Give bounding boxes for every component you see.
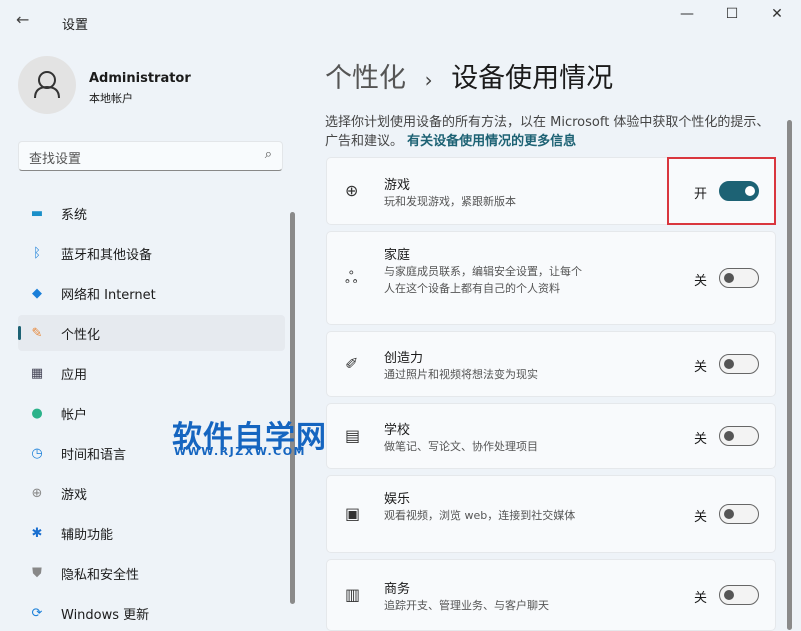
sidebar-icon: ⟳ — [31, 605, 43, 621]
search-placeholder: 查找设置 — [29, 152, 82, 167]
toggle-switch[interactable] — [719, 585, 759, 605]
watermark-url: WWW.RJZXW.COM — [174, 445, 306, 458]
sidebar-item-8[interactable]: ✱ 辅助功能 — [18, 515, 285, 551]
sidebar-item-label: 时间和语言 — [61, 447, 127, 463]
toggle-state: 关 — [693, 360, 707, 375]
main-scrollbar[interactable] — [787, 108, 792, 630]
card-subtitle: 追踪开支、管理业务、与客户聊天 — [384, 598, 549, 612]
card-subtitle: 与家庭成员联系，编辑安全设置，让每个人在这个设备上都有自己的个人资料 — [384, 264, 582, 295]
card-title: 娱乐 — [384, 492, 411, 507]
toggle-state: 关 — [693, 510, 707, 525]
page-description: 选择你计划使用设备的所有方法，以在 Microsoft 体验中获取个性化的提示、… — [325, 113, 775, 151]
card-icon: ▥ — [345, 585, 361, 604]
close-button[interactable]: ✕ — [762, 6, 792, 22]
sidebar-icon: ⛊ — [32, 565, 42, 581]
toggle-switch[interactable] — [719, 426, 759, 446]
toggle-state: 关 — [693, 591, 707, 606]
breadcrumb-parent[interactable]: 个性化 — [325, 63, 406, 94]
sidebar-item-label: 系统 — [61, 207, 88, 223]
card-icon: ▣ — [345, 504, 361, 523]
sidebar-item-4[interactable]: ▦ 应用 — [18, 355, 285, 391]
card-subtitle: 玩和发现游戏，紧跟新版本 — [384, 194, 516, 208]
card-icon: ⊕ — [345, 181, 359, 200]
card-icon: ஃ — [345, 268, 358, 287]
card-subtitle: 做笔记、写论文、协作处理项目 — [384, 439, 538, 453]
account-type: 本地帐户 — [89, 92, 133, 105]
card-icon: ▤ — [345, 426, 361, 445]
avatar[interactable] — [18, 56, 76, 114]
user-name: Administrator — [89, 71, 191, 86]
search-input[interactable]: 查找设置 ⌕ — [18, 141, 283, 171]
maximize-button[interactable]: ☐ — [717, 6, 747, 22]
sidebar-icon: ⊕ — [31, 485, 43, 501]
sidebar-icon: ✱ — [31, 525, 43, 541]
sidebar-icon: ✎ — [31, 325, 43, 341]
sidebar-icon: ᛒ — [33, 245, 41, 261]
sidebar-item-label: 网络和 Internet — [61, 287, 156, 303]
sidebar-item-label: 游戏 — [61, 487, 88, 503]
sidebar-item-label: Windows 更新 — [61, 607, 150, 623]
sidebar-item-label: 隐私和安全性 — [61, 567, 140, 583]
sidebar-item-label: 个性化 — [61, 327, 101, 343]
toggle-switch[interactable] — [719, 354, 759, 374]
setting-card-4: ▣ 娱乐 观看视频，浏览 web，连接到社交媒体 关 — [326, 475, 776, 553]
setting-card-3: ▤ 学校 做笔记、写论文、协作处理项目 关 — [326, 403, 776, 469]
page-title: 设备使用情况 — [451, 63, 614, 94]
sidebar-item-2[interactable]: ◆ 网络和 Internet — [18, 275, 285, 311]
sidebar-item-label: 帐户 — [61, 407, 88, 423]
card-subtitle: 通过照片和视频将想法变为现实 — [384, 367, 538, 381]
user-icon — [34, 71, 60, 99]
card-icon: ✐ — [345, 354, 359, 373]
more-info-link[interactable]: 有关设备使用情况的更多信息 — [407, 134, 576, 149]
card-title: 创造力 — [384, 350, 424, 366]
selected-indicator — [18, 326, 21, 340]
sidebar-scrollbar[interactable] — [290, 198, 295, 614]
sidebar-icon: ● — [31, 405, 43, 421]
card-subtitle: 观看视频，浏览 web，连接到社交媒体 — [384, 509, 576, 522]
sidebar-item-10[interactable]: ⟳ Windows 更新 — [18, 595, 285, 631]
sidebar-icon: ▦ — [30, 365, 44, 381]
toggle-switch[interactable] — [719, 268, 759, 288]
sidebar-item-3[interactable]: ✎ 个性化 — [18, 315, 285, 351]
highlight-box — [667, 157, 776, 225]
breadcrumb-separator: › — [424, 68, 433, 92]
sidebar-item-label: 辅助功能 — [61, 527, 114, 543]
sidebar-item-label: 应用 — [61, 367, 88, 383]
setting-card-1: ஃ 家庭 与家庭成员联系，编辑安全设置，让每个人在这个设备上都有自己的个人资料 … — [326, 231, 776, 325]
sidebar-icon: ◆ — [32, 285, 42, 301]
toggle-switch[interactable] — [719, 504, 759, 524]
sidebar-item-0[interactable]: ▬ 系统 — [18, 195, 285, 231]
card-title: 商务 — [384, 581, 411, 597]
toggle-state: 关 — [693, 274, 707, 289]
card-title: 游戏 — [384, 177, 411, 193]
setting-card-5: ▥ 商务 追踪开支、管理业务、与客户聊天 关 — [326, 559, 776, 631]
window-title: 设置 — [62, 18, 89, 33]
breadcrumb: 个性化 › 设备使用情况 — [325, 56, 613, 95]
card-title: 学校 — [384, 422, 411, 438]
toggle-state: 关 — [693, 432, 707, 447]
setting-card-2: ✐ 创造力 通过照片和视频将想法变为现实 关 — [326, 331, 776, 397]
sidebar-icon: ◷ — [31, 445, 43, 461]
sidebar-icon: ▬ — [30, 205, 44, 221]
back-button[interactable]: ← — [16, 10, 29, 29]
sidebar-item-9[interactable]: ⛊ 隐私和安全性 — [18, 555, 285, 591]
minimize-button[interactable]: — — [672, 6, 702, 22]
sidebar-item-1[interactable]: ᛒ 蓝牙和其他设备 — [18, 235, 285, 271]
card-title: 家庭 — [384, 247, 411, 263]
search-icon: ⌕ — [264, 147, 272, 162]
sidebar-item-label: 蓝牙和其他设备 — [61, 247, 153, 263]
sidebar-item-7[interactable]: ⊕ 游戏 — [18, 475, 285, 511]
